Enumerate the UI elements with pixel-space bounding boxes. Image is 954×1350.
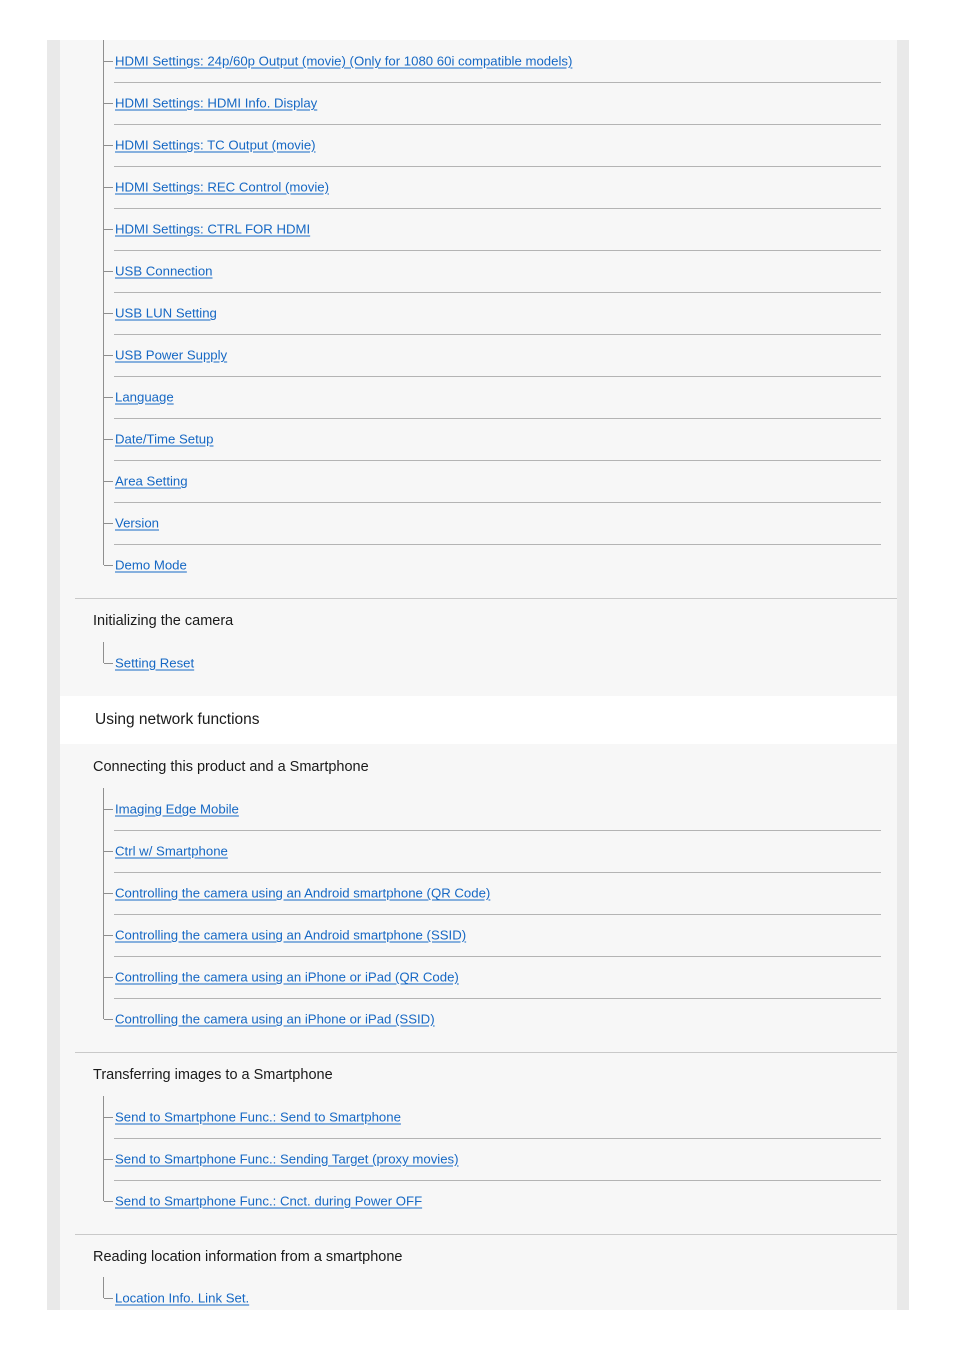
- table-of-contents: HDMI Settings: 24p/60p Output (movie) (O…: [60, 40, 897, 1310]
- toc-link[interactable]: HDMI Settings: TC Output (movie): [115, 138, 316, 153]
- toc-link[interactable]: HDMI Settings: CTRL FOR HDMI: [115, 222, 310, 237]
- toc-subsection: Reading location information from a smar…: [60, 1233, 897, 1310]
- toc-subsection-heading: Reading location information from a smar…: [93, 1248, 403, 1265]
- toc-tree-item: Send to Smartphone Func.: Send to Smartp…: [60, 1096, 897, 1138]
- section-band-heading: Using network functions: [60, 695, 897, 745]
- toc-link[interactable]: HDMI Settings: HDMI Info. Display: [115, 96, 317, 111]
- toc-link[interactable]: HDMI Settings: 24p/60p Output (movie) (O…: [115, 54, 572, 69]
- toc-tree: Send to Smartphone Func.: Send to Smartp…: [60, 1095, 897, 1222]
- toc-link[interactable]: Location Info. Link Set.: [115, 1291, 249, 1306]
- toc-link[interactable]: Send to Smartphone Func.: Sending Target…: [115, 1151, 459, 1166]
- toc-link[interactable]: Controlling the camera using an Android …: [115, 928, 466, 943]
- toc-link[interactable]: Language: [115, 390, 174, 405]
- toc-tree-item: USB LUN Setting: [60, 292, 897, 334]
- toc-tree-item: HDMI Settings: HDMI Info. Display: [60, 82, 897, 124]
- toc-tree-item: Version: [60, 502, 897, 544]
- toc-tree-item: Area Setting: [60, 460, 897, 502]
- toc-subsection: HDMI Settings: 24p/60p Output (movie) (O…: [60, 40, 897, 598]
- toc-subsection-heading: Connecting this product and a Smartphone: [93, 759, 369, 776]
- toc-link[interactable]: Controlling the camera using an iPhone o…: [115, 1012, 435, 1027]
- toc-link[interactable]: Version: [115, 516, 159, 531]
- toc-tree-item: Setting Reset: [60, 642, 897, 684]
- toc-tree: Imaging Edge Mobile Ctrl w/ Smartphone Con…: [60, 788, 897, 1040]
- toc-tree-item: USB Connection: [60, 250, 897, 292]
- toc-tree-item: Send to Smartphone Func.: Sending Target…: [60, 1137, 897, 1180]
- toc-subsection: Transferring images to a Smartphone Send …: [60, 1052, 897, 1234]
- toc-link[interactable]: Imaging Edge Mobile: [115, 802, 239, 817]
- toc-link[interactable]: USB Connection: [115, 264, 213, 279]
- toc-tree-item: Controlling the camera using an iPhone o…: [60, 998, 897, 1040]
- toc-tree-item: USB Power Supply: [60, 334, 897, 376]
- toc-subsection-heading: Transferring images to a Smartphone: [93, 1067, 333, 1084]
- toc-subsection-heading: Initializing the camera: [93, 613, 234, 629]
- page-root: HDMI Settings: 24p/60p Output (movie) (O…: [0, 0, 954, 1350]
- toc-link[interactable]: Controlling the camera using an iPhone o…: [115, 970, 459, 985]
- toc-tree-item: Controlling the camera using an Android …: [60, 914, 897, 956]
- toc-tree-item: HDMI Settings: TC Output (movie): [60, 124, 897, 166]
- toc-link[interactable]: Area Setting: [115, 474, 188, 489]
- toc-tree-item: HDMI Settings: REC Control (movie): [60, 166, 897, 208]
- toc-tree-item: Imaging Edge Mobile: [60, 788, 897, 830]
- toc-content-column: HDMI Settings: 24p/60p Output (movie) (O…: [60, 40, 897, 1310]
- toc-tree-item: Controlling the camera using an iPhone o…: [60, 956, 897, 998]
- toc-tree: HDMI Settings: 24p/60p Output (movie) (O…: [60, 40, 897, 586]
- toc-link[interactable]: Send to Smartphone Func.: Cnct. during P…: [115, 1193, 422, 1208]
- toc-link[interactable]: USB LUN Setting: [115, 306, 217, 321]
- toc-tree-item: Date/Time Setup: [60, 418, 897, 460]
- toc-tree-item: Language: [60, 376, 897, 418]
- toc-link[interactable]: Demo Mode: [115, 558, 187, 573]
- toc-subsection: Initializing the camera Setting Reset: [60, 598, 897, 696]
- toc-tree: Location Info. Link Set.: [60, 1277, 897, 1310]
- toc-tree-item: Location Info. Link Set.: [60, 1277, 897, 1310]
- toc-link[interactable]: Setting Reset: [115, 655, 194, 670]
- toc-tree: Setting Reset: [60, 641, 897, 684]
- toc-link[interactable]: HDMI Settings: REC Control (movie): [115, 180, 329, 195]
- toc-link[interactable]: Ctrl w/ Smartphone: [115, 844, 228, 859]
- toc-tree-item: HDMI Settings: CTRL FOR HDMI: [60, 208, 897, 250]
- toc-tree-item: Ctrl w/ Smartphone: [60, 830, 897, 872]
- toc-subsection: Connecting this product and a Smartphone…: [60, 744, 897, 1052]
- toc-tree-item: HDMI Settings: 24p/60p Output (movie) (O…: [60, 40, 897, 82]
- toc-link[interactable]: Send to Smartphone Func.: Send to Smartp…: [115, 1109, 401, 1124]
- toc-tree-item: Demo Mode: [60, 544, 897, 586]
- toc-link[interactable]: Controlling the camera using an Android …: [115, 886, 490, 901]
- toc-tree-item: Controlling the camera using an Android …: [60, 872, 897, 914]
- toc-tree-item: Send to Smartphone Func.: Cnct. during P…: [60, 1179, 897, 1222]
- toc-link[interactable]: Date/Time Setup: [115, 432, 213, 447]
- toc-link[interactable]: USB Power Supply: [115, 348, 227, 363]
